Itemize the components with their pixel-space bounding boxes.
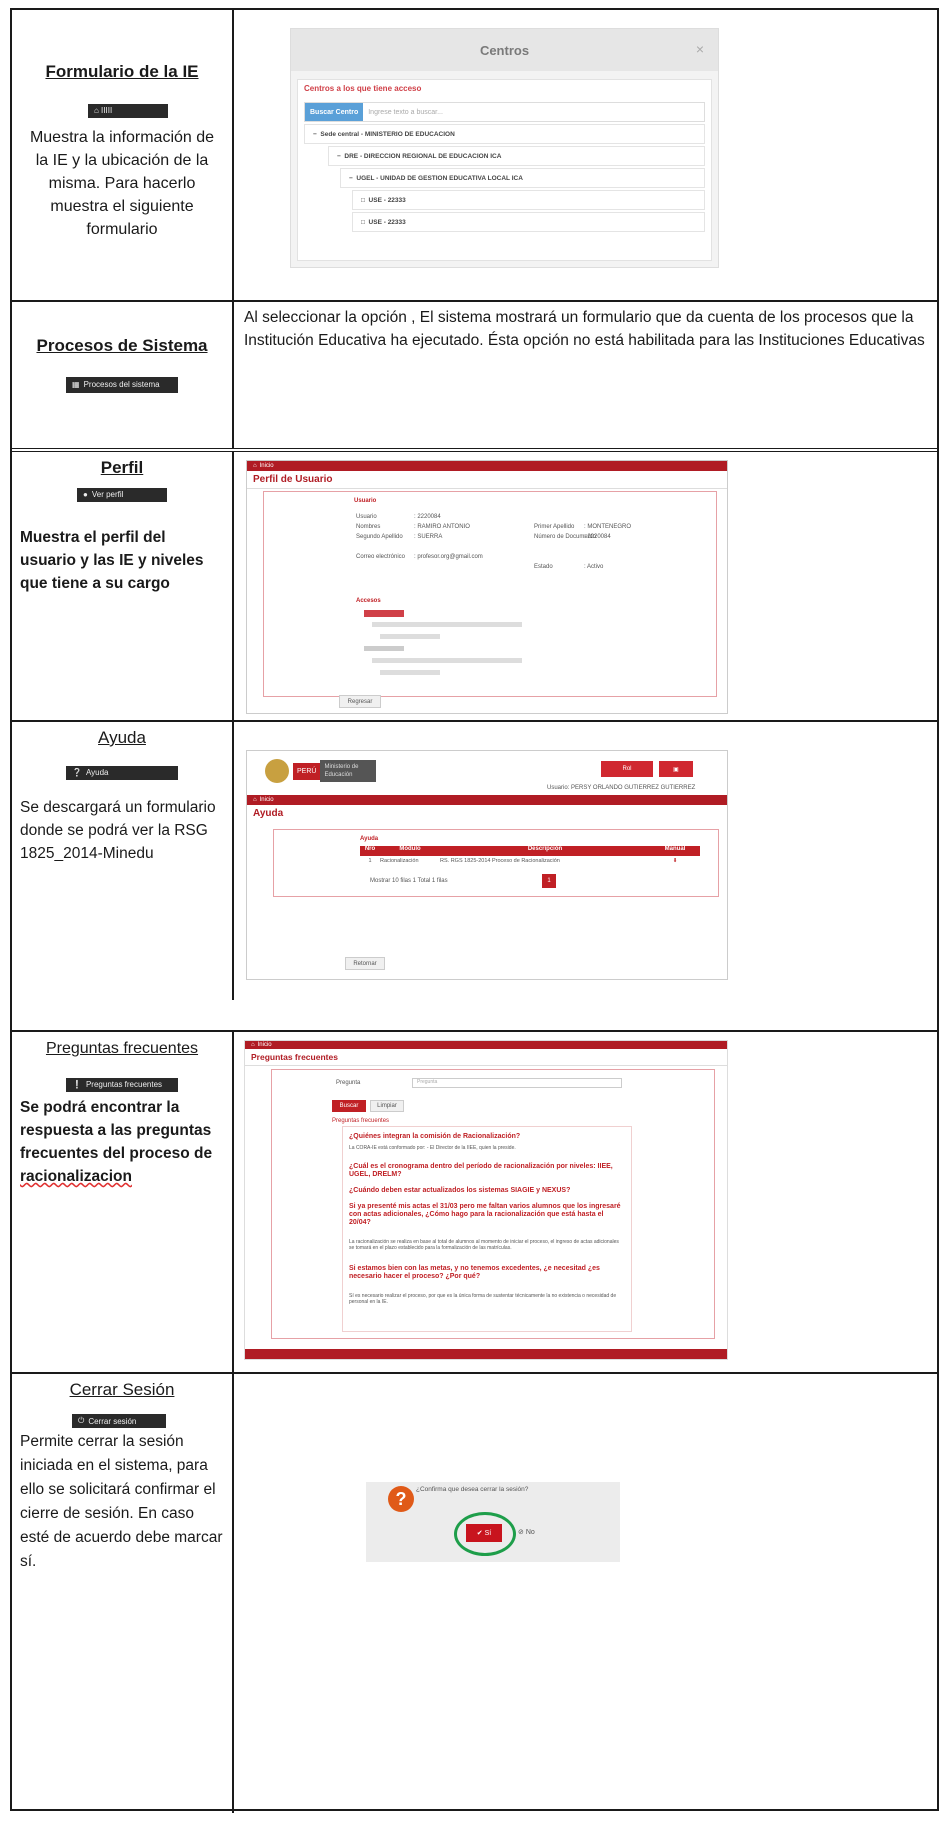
menu-button-ayuda[interactable]: ❔ Ayuda [66, 765, 178, 780]
perfil-screen: ⌂ Inicio Perfil de Usuario Usuario Usuari… [246, 460, 728, 714]
row-screenshot-cell: Centros × Centros a los que tiene acceso… [236, 10, 937, 300]
cancel-icon: ⊘ [518, 1529, 524, 1536]
download-icon[interactable]: ⬇ [650, 858, 700, 868]
row-label-cell: Ayuda ❔ Ayuda Se descargará un formulario… [12, 722, 234, 1000]
row-screenshot-cell: PERÚ Ministerio de Educación Rol ▣ Usuar… [236, 722, 937, 1000]
faq-screen: ⌂ Inicio Preguntas frecuentes Pregunta Pr… [244, 1040, 728, 1360]
main-table: Formulario de la IE ⌂ IIIII Muestra la i… [10, 8, 939, 1813]
faq-question[interactable]: ¿Cuándo deben estar actualizados los sis… [349, 1187, 625, 1195]
row-procesos: Procesos de Sistema ▦ Procesos del sistem… [12, 300, 937, 448]
faq-panel: Pregunta Pregunta Buscar Limpiar Pregunt… [271, 1069, 715, 1339]
info-icon: ❕ [72, 1080, 82, 1089]
search-input[interactable]: Ingrese texto a buscar... [363, 103, 443, 121]
row-description: Permite cerrar la sesión iniciada en el … [20, 1433, 223, 1570]
row-description: Se descargará un formulario donde se pod… [20, 799, 216, 862]
faq-answer: La racionalización se realiza en base al… [349, 1239, 619, 1251]
tree-node[interactable]: − UGEL - UNIDAD DE GESTION EDUCATIVA LOC… [340, 168, 705, 188]
row-description: Muestra la información de la IE y la ubi… [29, 129, 215, 238]
breadcrumb: ⌂ Inicio [247, 461, 727, 471]
row-title: Procesos de Sistema [36, 336, 208, 355]
home-icon: ⌂ [253, 463, 257, 469]
list-icon: ▦ [72, 380, 80, 389]
search-button[interactable]: Buscar Centro [305, 103, 364, 121]
ministry-logo: PERÚ Ministerio de Educación [265, 759, 377, 783]
table-row[interactable]: 1 Racionalización RS. RGS 1825-2014 Proc… [360, 858, 700, 868]
row-screenshot-cell: ⌂ Inicio Preguntas frecuentes Pregunta Pr… [236, 1032, 937, 1372]
tree-leaf[interactable]: □ USE - 22333 [352, 212, 705, 232]
logout-dialog: ? ¿Confirma que desea cerrar la sesión? … [366, 1482, 620, 1562]
close-icon[interactable]: × [696, 41, 704, 57]
row-label-cell: Formulario de la IE ⌂ IIIII Muestra la i… [12, 10, 234, 300]
confirm-question: ¿Confirma que desea cerrar la sesión? [416, 1486, 529, 1493]
row-label-cell: Cerrar Sesión ⏻ Cerrar sesión Permite cer… [12, 1374, 234, 1813]
faq-question[interactable]: ¿Cuál es el cronograma dentro del períod… [349, 1163, 625, 1179]
row-title: Ayuda [98, 728, 146, 747]
row-description: Al seleccionar la opción , El sistema mo… [244, 309, 925, 349]
ayuda-panel: Ayuda Nro Módulo Descripción Manual 1 Ra… [273, 829, 719, 897]
yes-button[interactable]: ✔ Sí [466, 1524, 502, 1542]
faq-list: ¿Quiénes integran la comisión de Raciona… [342, 1126, 632, 1332]
row-title: Preguntas frecuentes [45, 1040, 199, 1057]
tree-node[interactable]: − Sede central - MINISTERIO DE EDUCACION [304, 124, 705, 144]
row-logout: Cerrar Sesión ⏻ Cerrar sesión Permite cer… [12, 1372, 937, 1813]
page-button[interactable]: 1 [542, 874, 556, 888]
row-title: Cerrar Sesión [69, 1380, 175, 1399]
centros-panel: Centros a los que tiene acceso Buscar Ce… [297, 79, 712, 261]
row-text-cell: Al seleccionar la opción , El sistema mo… [236, 302, 937, 448]
row-title: Formulario de la IE [45, 62, 199, 81]
breadcrumb: ⌂ Inicio [245, 1041, 727, 1049]
row-screenshot-cell: ⌂ Inicio Perfil de Usuario Usuario Usuari… [236, 452, 937, 720]
ayuda-screen: PERÚ Ministerio de Educación Rol ▣ Usuar… [246, 750, 728, 980]
question-icon: ? [388, 1486, 414, 1512]
faq-question[interactable]: Si ya presenté mis actas el 31/03 pero m… [349, 1203, 625, 1227]
row-ayuda: Ayuda ❔ Ayuda Se descargará un formulario… [12, 720, 937, 1000]
menu-button-faq[interactable]: ❕ Preguntas frecuentes [66, 1077, 178, 1092]
modal-header: Centros × [291, 29, 718, 71]
modal-title: Centros [479, 42, 530, 58]
menu-button-logout[interactable]: ⏻ Cerrar sesión [72, 1414, 166, 1428]
row-description: Muestra el perfil del usuario y las IE y… [20, 529, 204, 592]
question-icon: ❔ [72, 768, 82, 777]
faq-answer: La CORA-IE está conformado por: - El Dir… [349, 1145, 516, 1151]
breadcrumb: ⌂ Inicio [247, 795, 727, 805]
section-label: Centros a los que tiene acceso [304, 84, 422, 93]
check-icon: ✔ [476, 1530, 483, 1537]
faq-question[interactable]: Si estamos bien con las metas, y no tene… [349, 1265, 625, 1281]
tree-node[interactable]: − DRE - DIRECCION REGIONAL DE EDUCACION … [328, 146, 705, 166]
row-label-cell: Preguntas frecuentes ❕ Preguntas frecuent… [12, 1032, 234, 1372]
lock-button[interactable]: ▣ [659, 761, 693, 777]
row-perfil: Perfil ● Ver perfil Muestra el perfil del… [12, 448, 937, 720]
search-button[interactable]: Buscar [332, 1100, 366, 1112]
power-icon: ⏻ [78, 1416, 85, 1425]
menu-button-perfil[interactable]: ● Ver perfil [77, 487, 167, 502]
user-icon: ● [83, 490, 88, 499]
page-title: Ayuda [253, 808, 284, 819]
no-button[interactable]: ⊘ No [518, 1528, 535, 1536]
row-label-cell: Perfil ● Ver perfil Muestra el perfil del… [12, 452, 234, 720]
rol-button[interactable]: Rol [601, 761, 653, 777]
question-input[interactable]: Pregunta [412, 1078, 622, 1088]
menu-button-ie[interactable]: ⌂ IIIII [88, 103, 168, 118]
faq-question[interactable]: ¿Quiénes integran la comisión de Raciona… [349, 1133, 619, 1141]
row-label-cell: Procesos de Sistema ▦ Procesos del sistem… [12, 302, 234, 448]
row-screenshot-cell: ? ¿Confirma que desea cerrar la sesión? … [236, 1374, 937, 1813]
user-line: Usuario: PERSY ORLANDO GUTIERREZ GUTIERR… [547, 785, 696, 791]
page-title: Perfil de Usuario [253, 474, 333, 485]
clear-button[interactable]: Limpiar [370, 1100, 404, 1112]
menu-button-procesos[interactable]: ▦ Procesos del sistema [66, 376, 178, 393]
faq-answer: Sí es necesario realizar el proceso, por… [349, 1293, 617, 1305]
footer-bar [245, 1349, 727, 1359]
row-title: Perfil [100, 458, 144, 477]
table-header: Nro Módulo Descripción Manual [360, 846, 700, 856]
page-title: Preguntas frecuentes [251, 1052, 338, 1062]
back-button[interactable]: Retornar [345, 957, 385, 970]
row-faq: Preguntas frecuentes ❕ Preguntas frecuent… [12, 1030, 937, 1372]
row-formulario-ie: Formulario de la IE ⌂ IIIII Muestra la i… [12, 10, 937, 300]
centros-modal: Centros × Centros a los que tiene acceso… [290, 28, 719, 268]
tree-leaf[interactable]: □ USE - 22333 [352, 190, 705, 210]
perfil-panel: Usuario Usuario : 2220084 Nombres : RAMI… [263, 491, 717, 697]
back-button[interactable]: Regresar [339, 695, 381, 708]
row-description: Se podrá encontrar la respuesta a las pr… [20, 1099, 213, 1185]
